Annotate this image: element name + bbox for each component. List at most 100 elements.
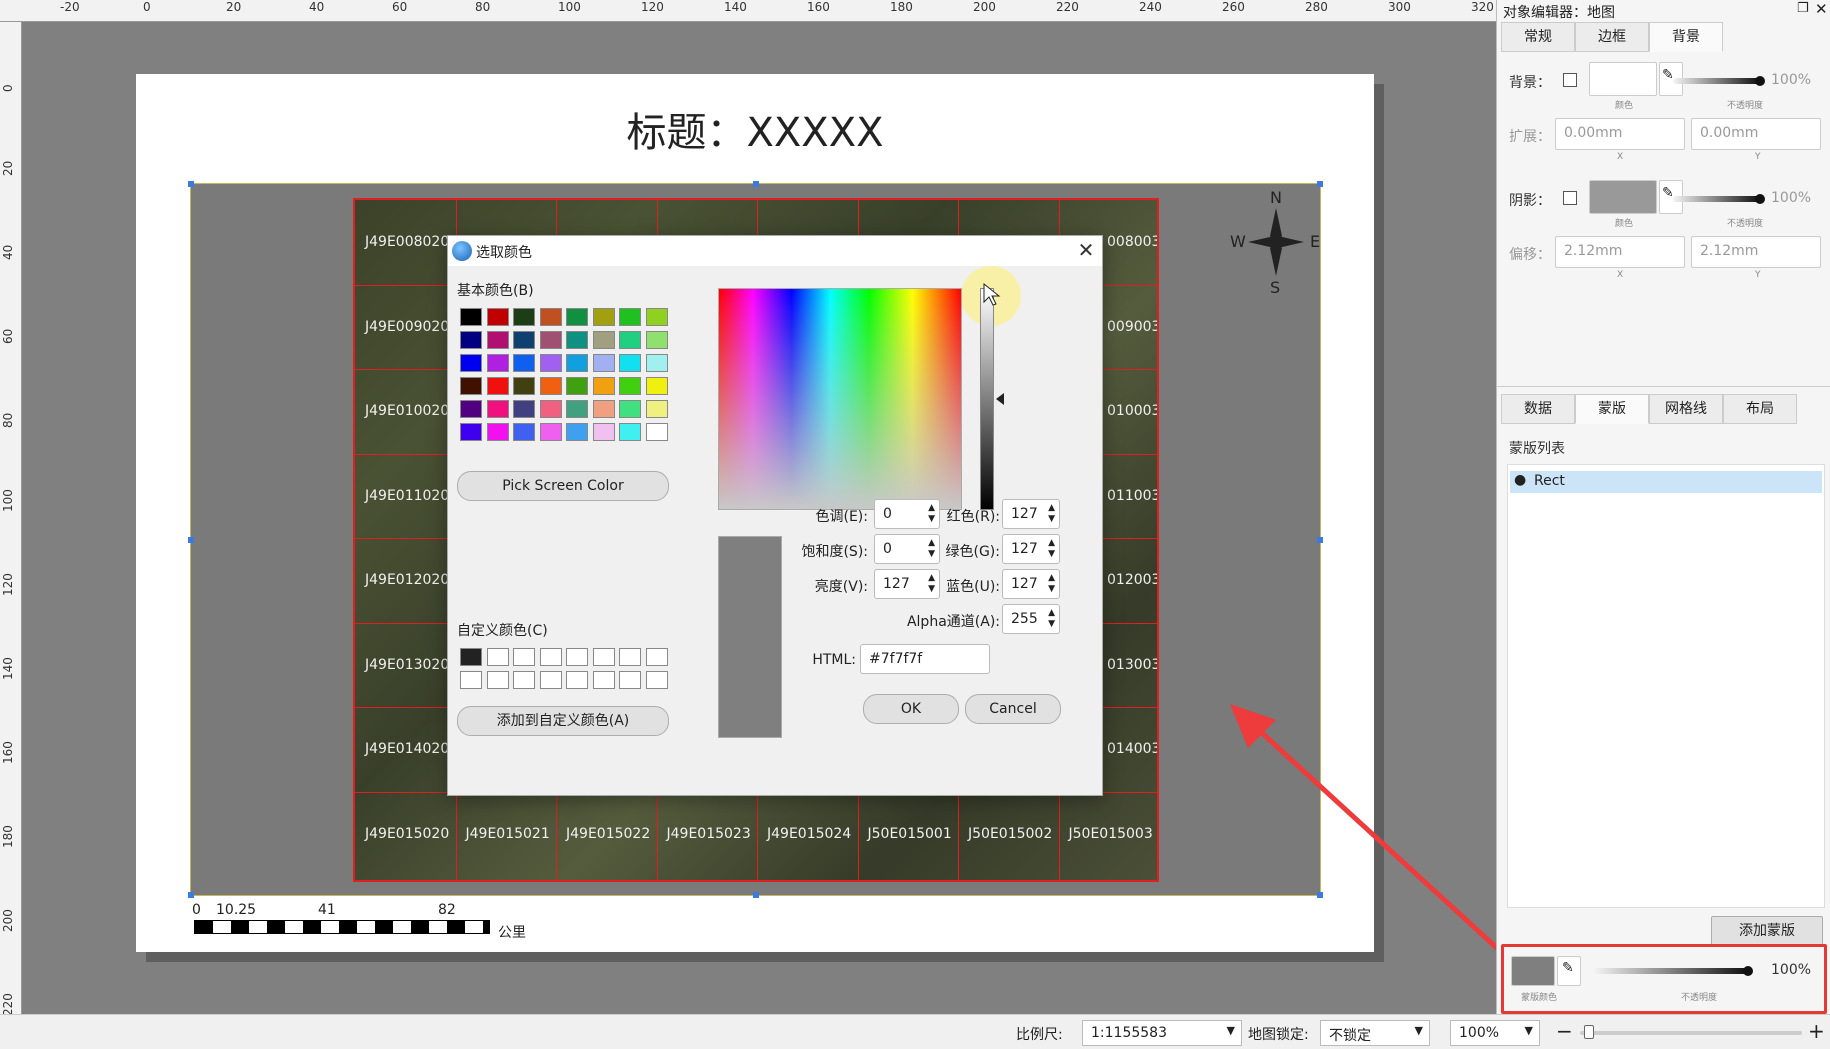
- color-swatch[interactable]: [486, 400, 509, 418]
- red-spinbox[interactable]: 127 ▲ ▼: [1002, 499, 1060, 529]
- background-opacity-slider[interactable]: [1673, 78, 1759, 84]
- expand-x-input[interactable]: 0.00mm: [1555, 118, 1685, 150]
- hue-saturation-spectrum[interactable]: [718, 288, 962, 510]
- tab-general[interactable]: 常规: [1501, 22, 1575, 52]
- ok-button[interactable]: OK: [863, 694, 959, 724]
- color-swatch[interactable]: [592, 354, 615, 372]
- color-swatch[interactable]: [486, 377, 509, 395]
- color-swatch[interactable]: [645, 648, 668, 666]
- mask-list[interactable]: ● Rect: [1507, 464, 1825, 908]
- resize-handle[interactable]: [188, 181, 194, 187]
- color-swatch[interactable]: [513, 648, 535, 666]
- color-swatch[interactable]: [566, 648, 588, 666]
- color-swatch[interactable]: [592, 308, 615, 326]
- color-swatch[interactable]: [566, 423, 588, 441]
- color-swatch[interactable]: [645, 377, 668, 395]
- resize-handle[interactable]: [1317, 181, 1323, 187]
- color-swatch[interactable]: [460, 648, 482, 666]
- color-swatch[interactable]: [460, 354, 482, 372]
- color-swatch[interactable]: [566, 400, 588, 418]
- eyedropper-icon[interactable]: ✎: [1557, 956, 1581, 986]
- tab-border[interactable]: 边框: [1575, 22, 1649, 52]
- add-custom-color-button[interactable]: 添加到自定义颜色(A): [457, 706, 669, 736]
- eye-icon[interactable]: ●: [1514, 472, 1526, 488]
- zoom-select[interactable]: 100% ▼: [1450, 1020, 1540, 1046]
- color-swatch[interactable]: [539, 308, 562, 326]
- offset-y-input[interactable]: 2.12mm: [1691, 236, 1821, 268]
- color-swatch[interactable]: [592, 648, 615, 666]
- color-swatch[interactable]: [645, 423, 668, 441]
- color-swatch[interactable]: [460, 308, 482, 326]
- resize-handle[interactable]: [188, 892, 194, 898]
- color-swatch[interactable]: [539, 331, 562, 349]
- color-swatch[interactable]: [566, 671, 588, 689]
- resize-handle[interactable]: [753, 892, 759, 898]
- color-swatch[interactable]: [486, 308, 509, 326]
- mask-color-swatch[interactable]: [1511, 956, 1555, 986]
- tab-background[interactable]: 背景: [1649, 22, 1723, 52]
- color-swatch[interactable]: [513, 377, 535, 395]
- luminance-arrow-icon[interactable]: [996, 393, 1004, 405]
- resize-handle[interactable]: [753, 181, 759, 187]
- spin-arrows-icon[interactable]: ▲ ▼: [1048, 608, 1055, 630]
- color-swatch[interactable]: [592, 671, 615, 689]
- zoom-slider[interactable]: [1580, 1031, 1802, 1035]
- close-icon[interactable]: ✕: [1074, 238, 1098, 262]
- html-input[interactable]: #7f7f7f: [860, 644, 990, 674]
- map-lock-select[interactable]: 不锁定 ▼: [1320, 1020, 1430, 1046]
- close-icon[interactable]: ✕: [1815, 0, 1828, 18]
- shadow-color-swatch[interactable]: [1589, 180, 1657, 214]
- scale-select[interactable]: 1:1155583 ▼: [1082, 1020, 1242, 1046]
- color-swatch[interactable]: [566, 331, 588, 349]
- color-swatch[interactable]: [539, 423, 562, 441]
- color-swatch[interactable]: [460, 377, 482, 395]
- object-editor-panel[interactable]: 对象编辑器：地图 ❐ ✕ 常规 边框 背景 背景： ✎ 颜色 100% 不透明度…: [1496, 0, 1830, 1014]
- chevron-down-icon[interactable]: ▼: [1415, 1024, 1423, 1037]
- color-picker-dialog[interactable]: 选取颜色 ✕ 基本颜色(B) Pick Screen Color 自定义颜色(C…: [447, 235, 1103, 796]
- shadow-checkbox[interactable]: [1563, 191, 1577, 205]
- spin-arrows-icon[interactable]: ▲ ▼: [1048, 573, 1055, 595]
- color-swatch[interactable]: [486, 671, 509, 689]
- color-swatch[interactable]: [539, 671, 562, 689]
- dialog-titlebar[interactable]: 选取颜色 ✕: [448, 236, 1102, 266]
- resize-handle[interactable]: [1317, 537, 1323, 543]
- color-swatch[interactable]: [645, 308, 668, 326]
- slider-knob[interactable]: [1755, 76, 1765, 86]
- cancel-button[interactable]: Cancel: [965, 694, 1061, 724]
- green-spinbox[interactable]: 127 ▲ ▼: [1002, 534, 1060, 564]
- color-swatch[interactable]: [592, 331, 615, 349]
- mask-opacity-slider[interactable]: [1593, 968, 1747, 974]
- chevron-down-icon[interactable]: ▼: [1227, 1024, 1235, 1037]
- color-swatch[interactable]: [513, 331, 535, 349]
- color-swatch[interactable]: [619, 400, 641, 418]
- expand-y-input[interactable]: 0.00mm: [1691, 118, 1821, 150]
- color-swatch[interactable]: [592, 377, 615, 395]
- color-swatch[interactable]: [486, 423, 509, 441]
- restore-icon[interactable]: ❐: [1797, 1, 1809, 16]
- color-swatch[interactable]: [539, 354, 562, 372]
- spin-arrows-icon[interactable]: ▲ ▼: [1048, 503, 1055, 525]
- color-swatch[interactable]: [619, 377, 641, 395]
- color-swatch[interactable]: [645, 331, 668, 349]
- tab-mask[interactable]: 蒙版: [1575, 394, 1649, 424]
- spin-arrows-icon[interactable]: ▲ ▼: [1048, 538, 1055, 560]
- color-swatch[interactable]: [645, 671, 668, 689]
- offset-x-input[interactable]: 2.12mm: [1555, 236, 1685, 268]
- slider-knob[interactable]: [1755, 194, 1765, 204]
- zoom-out-icon[interactable]: −: [1556, 1019, 1573, 1043]
- alpha-spinbox[interactable]: 255 ▲ ▼: [1002, 604, 1060, 634]
- color-swatch[interactable]: [619, 308, 641, 326]
- color-swatch[interactable]: [566, 308, 588, 326]
- color-swatch[interactable]: [486, 648, 509, 666]
- color-swatch[interactable]: [513, 423, 535, 441]
- pick-screen-color-button[interactable]: Pick Screen Color: [457, 471, 669, 501]
- luminance-slider[interactable]: [980, 288, 994, 510]
- color-swatch[interactable]: [513, 354, 535, 372]
- mask-list-item[interactable]: ● Rect: [1510, 471, 1822, 493]
- tab-layout[interactable]: 布局: [1723, 394, 1797, 424]
- color-swatch[interactable]: [460, 400, 482, 418]
- resize-handle[interactable]: [188, 537, 194, 543]
- custom-colors-grid[interactable]: [460, 648, 672, 698]
- map-title[interactable]: 标题：XXXXX: [136, 100, 1374, 158]
- color-swatch[interactable]: [566, 377, 588, 395]
